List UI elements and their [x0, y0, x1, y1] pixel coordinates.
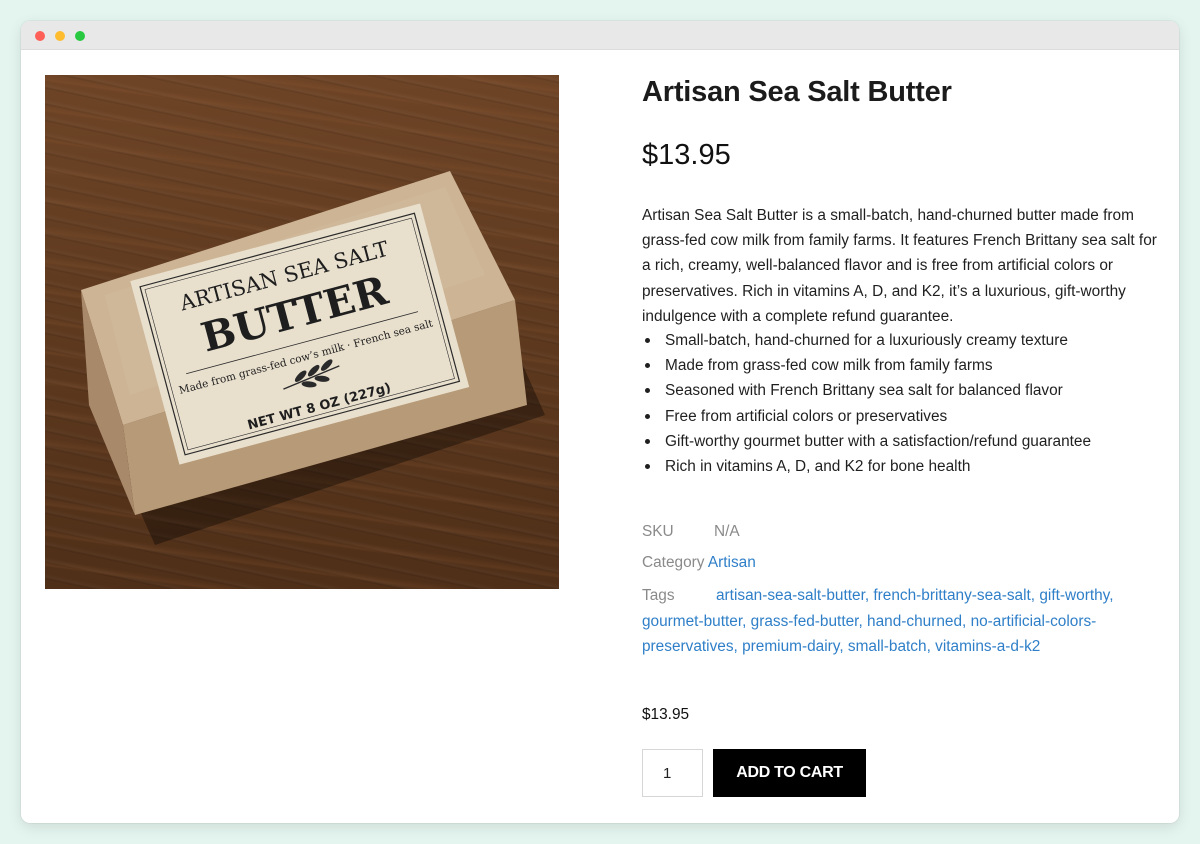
close-window-icon[interactable]: [35, 31, 45, 41]
product-title: Artisan Sea Salt Butter: [642, 76, 952, 108]
sku-label: SKU: [642, 523, 674, 540]
feature-item: Rich in vitamins A, D, and K2 for bone h…: [642, 454, 1162, 479]
window-titlebar: [21, 21, 1179, 50]
feature-item: Seasoned with French Brittany sea salt f…: [642, 378, 1162, 403]
tag-link[interactable]: vitamins-a-d-k2: [935, 638, 1040, 655]
category-link[interactable]: Artisan: [708, 554, 756, 571]
sku-row: SKU N/A: [642, 523, 740, 541]
minimize-window-icon[interactable]: [55, 31, 65, 41]
product-description: Artisan Sea Salt Butter is a small-batch…: [642, 207, 1157, 325]
add-to-cart-button[interactable]: ADD TO CART: [713, 749, 866, 797]
category-row: Category Artisan: [642, 554, 756, 572]
tags-label: Tags: [642, 587, 675, 604]
tag-link[interactable]: gift-worthy: [1039, 587, 1109, 604]
tag-link[interactable]: grass-fed-butter: [751, 613, 859, 630]
product-price: $13.95: [642, 139, 731, 171]
feature-list: Small-batch, hand-churned for a luxuriou…: [642, 328, 1162, 479]
tag-link[interactable]: artisan-sea-salt-butter: [716, 587, 865, 604]
sku-value: N/A: [714, 523, 740, 540]
feature-item: Small-batch, hand-churned for a luxuriou…: [642, 328, 1162, 353]
browser-window: ARTISAN SEA SALT BUTTER Made from grass-…: [21, 21, 1179, 823]
tag-link[interactable]: premium-dairy: [742, 638, 839, 655]
product-image: ARTISAN SEA SALT BUTTER Made from grass-…: [45, 75, 559, 589]
tag-link[interactable]: gourmet-butter: [642, 613, 742, 630]
tag-link[interactable]: hand-churned: [867, 613, 962, 630]
tag-link[interactable]: french-brittany-sea-salt: [873, 587, 1030, 604]
feature-item: Free from artificial colors or preservat…: [642, 404, 1162, 429]
feature-item: Gift-worthy gourmet butter with a satisf…: [642, 429, 1162, 454]
category-label: Category: [642, 554, 705, 571]
quantity-input[interactable]: [642, 749, 703, 797]
maximize-window-icon[interactable]: [75, 31, 85, 41]
cart-price: $13.95: [642, 706, 690, 723]
feature-item: Made from grass-fed cow milk from family…: [642, 353, 1162, 378]
tag-link[interactable]: small-batch: [848, 638, 927, 655]
tags-row: Tags artisan-sea-salt-butter, french-bri…: [642, 583, 1162, 660]
